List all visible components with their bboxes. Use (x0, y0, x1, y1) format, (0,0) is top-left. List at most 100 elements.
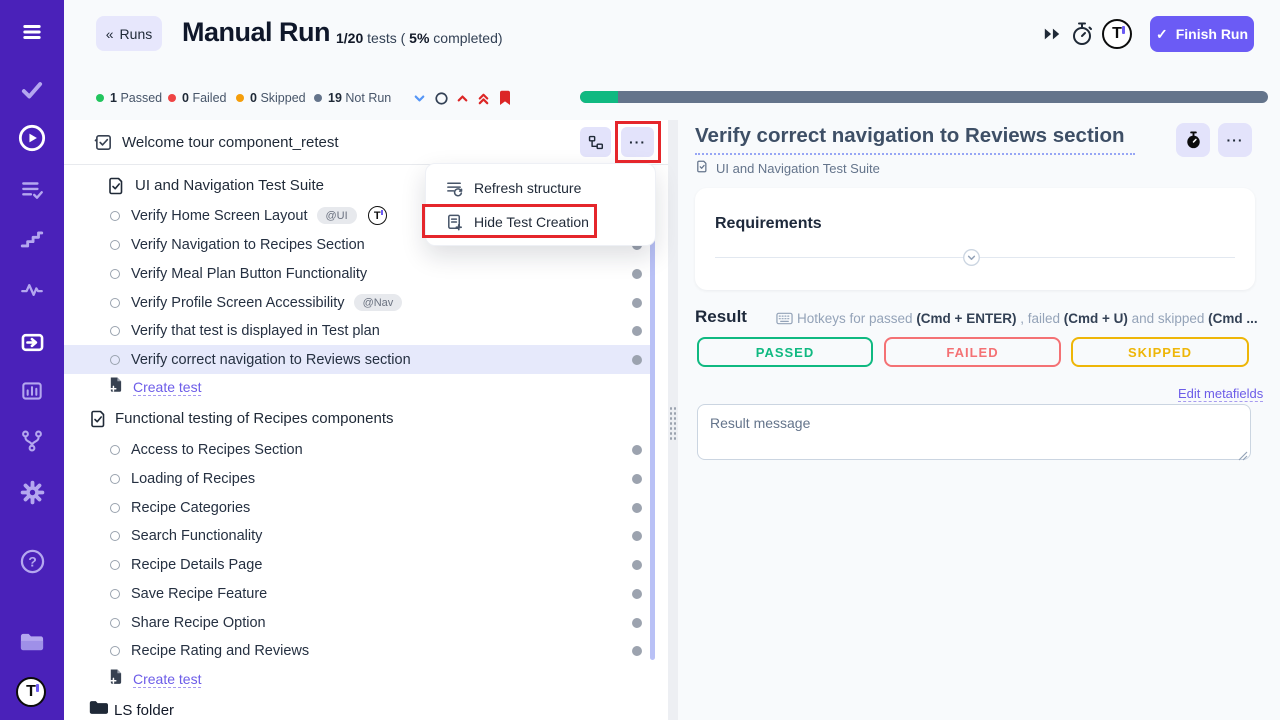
test-status-circle-icon (110, 560, 120, 570)
test-row[interactable]: Recipe Details Page (64, 550, 655, 579)
panel-resize-gutter[interactable] (668, 120, 678, 720)
test-label: Recipe Categories (131, 500, 250, 516)
skipped-button[interactable]: SKIPPED (1071, 337, 1249, 367)
test-row[interactable]: Recipe Categories (64, 493, 655, 522)
app-root: ? T « Runs Manual Run 1/20 tests ( 5% co… (0, 0, 1280, 720)
priority-urgent-icon[interactable] (474, 89, 492, 107)
test-row[interactable]: Recipe Rating and Reviews (64, 636, 655, 665)
run-progress-bar (580, 91, 1268, 103)
test-row[interactable]: Loading of Recipes (64, 464, 655, 493)
test-row[interactable]: Verify Meal Plan Button Functionality (64, 259, 655, 288)
test-label: Verify Meal Plan Button Functionality (131, 266, 367, 282)
run-progress-text: 1/20 tests ( 5% completed) (336, 30, 503, 46)
detail-more-button[interactable]: ··· (1218, 123, 1252, 157)
test-status-circle-icon (110, 589, 120, 599)
steps-icon[interactable] (18, 226, 46, 254)
passed-stat: 1 Passed (96, 90, 162, 106)
notrun-stat: 19 Not Run (314, 90, 391, 106)
file-plus-icon (108, 376, 123, 398)
not-run-dot-icon (632, 474, 642, 484)
test-label: Loading of Recipes (131, 471, 255, 487)
test-label: Verify Navigation to Recipes Section (131, 237, 365, 253)
not-run-dot-icon (632, 618, 642, 628)
tree-context-menu: Refresh structure Hide Test Creation (425, 163, 656, 246)
priority-low-icon[interactable] (410, 89, 428, 107)
create-test-link[interactable]: Create test (133, 671, 201, 688)
test-label: Verify correct navigation to Reviews sec… (131, 352, 411, 368)
check-icon[interactable] (18, 76, 46, 104)
test-label: Recipe Details Page (131, 557, 262, 573)
sidebar: ? T (0, 0, 64, 720)
svg-text:?: ? (28, 553, 37, 569)
menu-icon[interactable] (18, 18, 46, 46)
suite-name: Functional testing of Recipes components (115, 410, 394, 427)
test-row[interactable]: Share Recipe Option (64, 608, 655, 637)
keyboard-icon (776, 312, 793, 325)
testomat-logo[interactable]: T (16, 677, 46, 707)
test-status-circle-icon (110, 445, 120, 455)
test-status-circle-icon (110, 618, 120, 628)
branch-icon[interactable] (18, 427, 46, 455)
test-row[interactable]: Verify Profile Screen Accessibility @Nav (64, 288, 655, 317)
test-detail-title[interactable]: Verify correct navigation to Reviews sec… (695, 124, 1135, 155)
passed-button[interactable]: PASSED (697, 337, 873, 367)
result-message-input[interactable] (697, 404, 1251, 460)
import-icon[interactable] (18, 328, 46, 356)
activity-icon[interactable] (18, 276, 46, 304)
suite-row[interactable]: Functional testing of Recipes components (64, 405, 655, 432)
run-play-icon[interactable] (18, 124, 46, 152)
tree-more-button[interactable]: ··· (621, 127, 654, 157)
run-checklist-icon (94, 133, 113, 157)
page-title: Manual Run (182, 17, 330, 48)
test-label: Search Functionality (131, 528, 262, 544)
back-label: Runs (120, 26, 153, 42)
projects-folder-icon[interactable] (18, 628, 46, 656)
org-logo[interactable]: T (1102, 19, 1132, 49)
fast-forward-icon[interactable] (1043, 26, 1061, 47)
create-test-link[interactable]: Create test (133, 379, 201, 396)
test-row[interactable]: Save Recipe Feature (64, 579, 655, 608)
test-status-circle-icon (110, 269, 120, 279)
bookmark-icon[interactable] (496, 89, 514, 107)
failed-stat: 0 Failed (168, 90, 226, 106)
test-label: Verify Profile Screen Accessibility (131, 295, 345, 311)
back-to-runs-button[interactable]: « Runs (96, 16, 162, 51)
tree-structure-button[interactable] (580, 127, 611, 157)
checklist-icon[interactable] (18, 176, 46, 204)
not-run-dot-icon (632, 445, 642, 455)
test-status-circle-icon (110, 298, 120, 308)
priority-normal-icon[interactable] (432, 89, 450, 107)
test-status-circle-icon (110, 355, 120, 365)
not-run-dot-icon (632, 298, 642, 308)
folder-row[interactable]: LS folder (64, 698, 655, 720)
expand-toggle-icon[interactable] (962, 248, 981, 272)
test-row[interactable]: Verify that test is displayed in Test pl… (64, 316, 655, 345)
finish-run-button[interactable]: ✓ Finish Run (1150, 16, 1254, 52)
not-run-dot-icon (632, 503, 642, 513)
testomat-mini-logo-icon: T (368, 206, 387, 225)
report-icon[interactable] (18, 377, 46, 405)
tag-badge: @Nav (354, 294, 403, 311)
check-icon: ✓ (1156, 26, 1168, 43)
create-test-row: Create test (64, 375, 655, 399)
test-row-selected[interactable]: Verify correct navigation to Reviews sec… (64, 345, 655, 374)
help-icon[interactable]: ? (18, 547, 46, 575)
menu-item-hide-test-creation[interactable]: Hide Test Creation (426, 205, 655, 239)
refresh-structure-icon (445, 179, 464, 198)
test-status-circle-icon (110, 240, 120, 250)
not-run-dot-icon (632, 646, 642, 656)
test-label: Share Recipe Option (131, 615, 266, 631)
menu-item-refresh-structure[interactable]: Refresh structure (426, 171, 655, 205)
hotkeys-hint: Hotkeys for passed (Cmd + ENTER) , faile… (776, 311, 1266, 326)
result-heading: Result (695, 307, 747, 327)
settings-gear-icon[interactable] (18, 478, 46, 506)
folder-icon (88, 699, 108, 720)
edit-metafields-link[interactable]: Edit metafields (1178, 386, 1263, 402)
timer-icon[interactable] (1070, 21, 1094, 52)
detail-timer-button[interactable] (1176, 123, 1210, 157)
test-row[interactable]: Access to Recipes Section (64, 435, 655, 464)
test-row[interactable]: Search Functionality (64, 521, 655, 550)
failed-button[interactable]: FAILED (884, 337, 1061, 367)
requirements-title: Requirements (715, 215, 822, 233)
priority-high-icon[interactable] (453, 89, 471, 107)
